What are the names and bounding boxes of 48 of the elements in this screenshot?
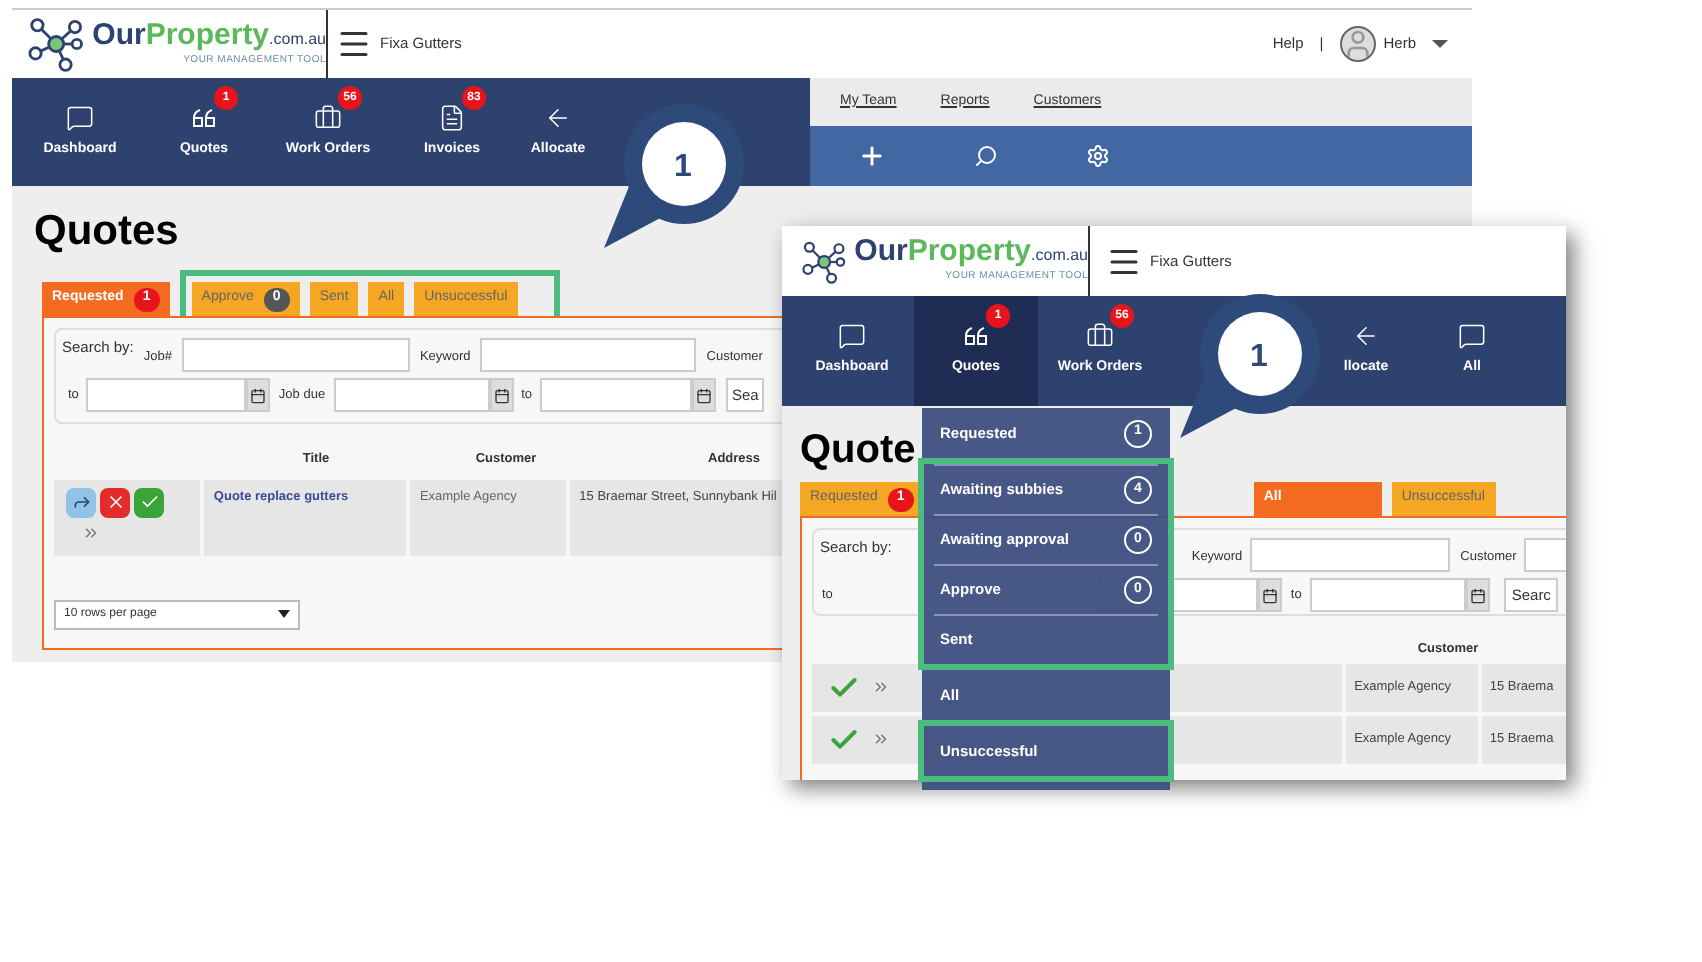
input-field[interactable] [1250, 538, 1451, 572]
caret-icon[interactable] [1432, 40, 1448, 48]
input-field[interactable] [333, 378, 490, 412]
brand-name: OurProperty.com.au [92, 19, 326, 50]
page-title: Quotes [34, 210, 179, 252]
caret-icon [278, 610, 290, 619]
calendar-icon [695, 387, 712, 403]
calendar-button[interactable] [246, 378, 271, 412]
add-icon[interactable] [858, 142, 886, 170]
double-chevron-icon[interactable] [82, 523, 100, 542]
calendar-icon [493, 387, 510, 403]
avatar-icon[interactable] [1339, 26, 1376, 62]
arrow-left-icon [1352, 322, 1380, 351]
quote-marks-icon [190, 103, 218, 132]
speech-bubble-icon [66, 103, 94, 132]
calendar-icon [1469, 587, 1486, 603]
forward-button[interactable] [66, 487, 96, 518]
document-icon [438, 103, 466, 132]
page-title: Quote [800, 430, 916, 470]
search-icon[interactable] [974, 144, 998, 168]
calendar-icon [1262, 587, 1279, 603]
approve-button[interactable] [134, 487, 164, 518]
quote-marks-icon [962, 322, 990, 351]
settings-icon[interactable] [1086, 144, 1110, 168]
check-icon [139, 492, 159, 513]
calendar-button[interactable] [489, 378, 514, 412]
calendar-icon [250, 387, 267, 403]
arrow-icon [71, 492, 91, 513]
speech-bubble-icon [1458, 322, 1486, 351]
calendar-button[interactable] [1465, 578, 1490, 612]
callout-number: 1 [1250, 338, 1268, 378]
calendar-button[interactable] [691, 378, 716, 412]
briefcase-icon [1086, 322, 1114, 351]
reject-button[interactable] [100, 487, 130, 518]
close-icon [105, 492, 125, 513]
input-field[interactable] [1309, 578, 1466, 612]
input-field[interactable] [480, 338, 697, 372]
input-field[interactable] [539, 378, 692, 412]
calendar-button[interactable] [1258, 578, 1283, 612]
brand-name: OurProperty.com.au [854, 236, 1088, 267]
input-field[interactable] [86, 378, 247, 412]
briefcase-icon [314, 103, 342, 132]
double-chevron-icon[interactable] [872, 730, 890, 749]
input-field[interactable] [181, 338, 410, 372]
callout-number: 1 [674, 148, 692, 188]
speech-bubble-icon [838, 322, 866, 351]
menu-icon[interactable] [336, 26, 372, 62]
double-chevron-icon[interactable] [872, 678, 890, 697]
